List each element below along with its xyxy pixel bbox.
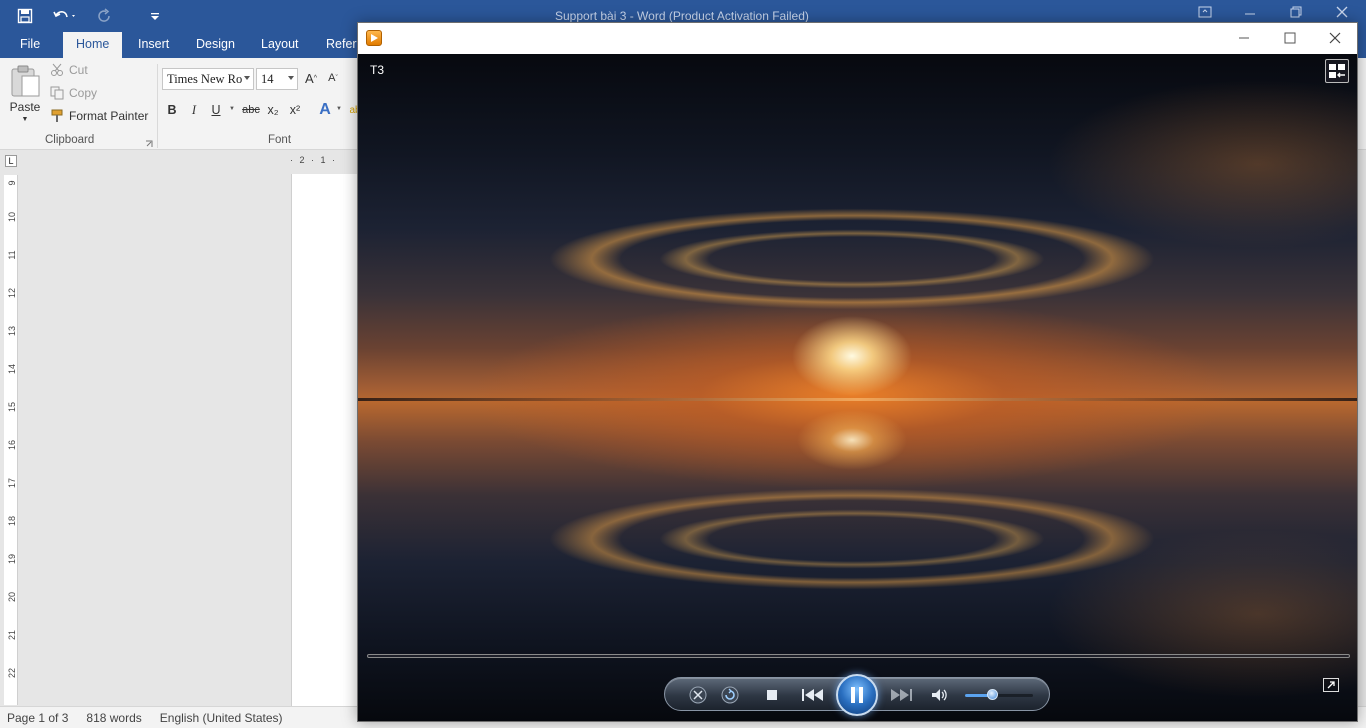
seek-bar[interactable]	[367, 654, 1350, 658]
ruler-mark: 11	[7, 250, 17, 260]
save-icon[interactable]	[14, 5, 36, 27]
italic-button[interactable]: I	[185, 101, 203, 119]
window-title: Support bài 3 - Word (Product Activation…	[555, 9, 809, 23]
player-maximize-icon[interactable]	[1278, 27, 1302, 49]
ruler-mark: 14	[7, 364, 17, 375]
ruler-mark: 13	[7, 326, 17, 337]
font-family-value: Times New Ro	[167, 72, 243, 86]
dialog-launcher-icon[interactable]	[145, 137, 153, 151]
previous-icon[interactable]	[793, 685, 833, 705]
volume-slider[interactable]	[965, 689, 1033, 700]
ruler-mark: 15	[7, 402, 17, 413]
tab-home[interactable]: Home	[63, 32, 123, 58]
cut-label: Cut	[69, 63, 88, 77]
font-family-select[interactable]: Times New Ro	[162, 68, 254, 90]
clipboard-group-label: Clipboard	[45, 134, 95, 146]
font-size-value: 14	[261, 72, 274, 86]
chevron-down-icon: ▼	[21, 116, 29, 123]
format-painter-label: Format Painter	[69, 109, 149, 123]
page-count[interactable]: Page 1 of 3	[7, 711, 68, 725]
horizontal-ruler: · 2 · 1 ·	[290, 155, 338, 165]
tab-file[interactable]: File	[20, 37, 40, 51]
pause-button[interactable]	[836, 674, 878, 716]
shuffle-icon[interactable]	[687, 685, 709, 705]
chevron-down-icon	[244, 76, 250, 80]
minimize-icon[interactable]	[1244, 6, 1256, 21]
text-effects-icon[interactable]: A	[316, 101, 334, 119]
redo-icon[interactable]	[94, 5, 116, 27]
chevron-down-icon[interactable]: ▼	[229, 106, 235, 112]
copy-icon	[50, 86, 64, 100]
ruler-mark: 20	[7, 592, 17, 603]
volume-icon[interactable]	[929, 685, 951, 705]
ruler-mark: 21	[7, 630, 17, 641]
ribbon-display-options-icon[interactable]	[1198, 6, 1212, 21]
language-indicator[interactable]: English (United States)	[160, 711, 283, 725]
group-separator	[157, 64, 158, 148]
ruler-mark: 12	[7, 288, 17, 299]
ruler-mark: 22	[7, 668, 17, 679]
ruler-mark: 9	[7, 180, 17, 186]
tab-design[interactable]: Design	[196, 37, 235, 51]
paste-icon	[11, 65, 40, 97]
font-size-select[interactable]: 14	[256, 68, 298, 90]
quick-access-toolbar	[14, 5, 166, 27]
tab-insert[interactable]: Insert	[138, 37, 169, 51]
close-icon[interactable]	[1336, 6, 1348, 21]
video-frame[interactable]	[358, 54, 1357, 721]
video-horizon	[358, 398, 1357, 401]
media-player-icon	[366, 30, 382, 46]
switch-to-library-icon[interactable]	[1325, 59, 1349, 83]
shrink-font-icon[interactable]: Aˇ	[324, 69, 342, 87]
paste-button[interactable]: Paste ▼	[9, 64, 41, 123]
pause-icon	[851, 687, 863, 703]
chevron-down-icon	[288, 76, 294, 80]
underline-button[interactable]: U	[207, 101, 225, 119]
tab-selector[interactable]: L	[5, 155, 17, 167]
playback-controls	[664, 674, 1050, 716]
ruler-mark: 19	[7, 554, 17, 565]
tab-layout[interactable]: Layout	[261, 37, 299, 51]
grow-font-icon[interactable]: A ^	[302, 69, 320, 87]
vertical-ruler: 9 10 11 12 13 14 15 16 17 18 19 20 21 22	[4, 175, 18, 705]
ruler-mark: 17	[7, 478, 17, 489]
word-count[interactable]: 818 words	[86, 711, 141, 725]
superscript-button[interactable]: x²	[286, 101, 304, 119]
cut-button[interactable]: Cut	[50, 63, 88, 77]
scissors-icon	[51, 63, 63, 76]
paste-label: Paste	[9, 100, 41, 114]
chevron-down-icon[interactable]: ▼	[336, 106, 342, 112]
media-player-window: T3	[357, 22, 1358, 722]
format-painter-button[interactable]: Format Painter	[50, 109, 148, 123]
copy-button[interactable]: Copy	[50, 86, 97, 100]
next-icon[interactable]	[881, 685, 921, 705]
copy-label: Copy	[69, 86, 98, 100]
player-titlebar	[358, 23, 1357, 54]
strikethrough-button[interactable]: abc	[240, 101, 262, 119]
subscript-button[interactable]: x₂	[264, 101, 282, 119]
stop-icon[interactable]	[761, 685, 783, 705]
ruler-mark: 10	[7, 212, 17, 223]
customize-qat-icon[interactable]	[144, 5, 166, 27]
repeat-icon[interactable]	[719, 685, 741, 705]
ruler-mark: 18	[7, 516, 17, 527]
video-title: T3	[370, 63, 385, 77]
bold-button[interactable]: B	[163, 101, 181, 119]
undo-icon[interactable]	[50, 5, 80, 27]
restore-icon[interactable]	[1290, 6, 1302, 21]
font-group-label: Font	[268, 134, 292, 146]
player-minimize-icon[interactable]	[1232, 27, 1256, 49]
volume-thumb[interactable]	[987, 689, 999, 700]
ruler-mark: 16	[7, 440, 17, 451]
fullscreen-icon[interactable]	[1323, 678, 1339, 692]
player-close-icon[interactable]	[1323, 27, 1347, 49]
paintbrush-icon	[51, 109, 63, 122]
